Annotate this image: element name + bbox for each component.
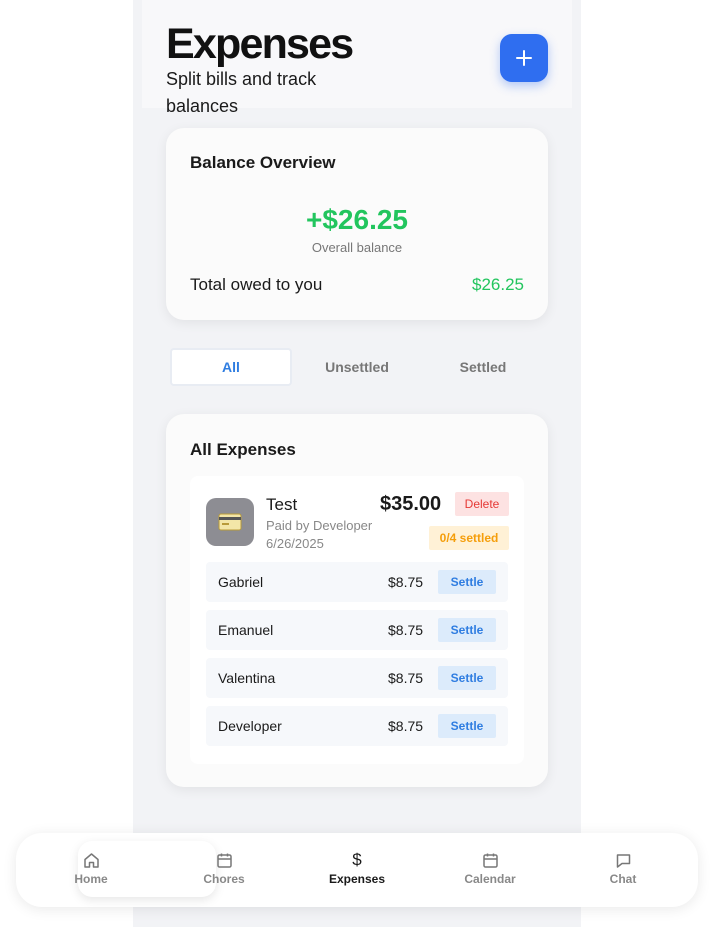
calendar-icon bbox=[481, 851, 499, 869]
settle-button[interactable]: Settle bbox=[438, 714, 496, 738]
all-expenses-card: All Expenses Test Paid by Developer 6/26… bbox=[166, 414, 548, 787]
total-owed-value: $26.25 bbox=[472, 275, 524, 294]
all-expenses-title: All Expenses bbox=[190, 440, 296, 459]
settle-button[interactable]: Settle bbox=[438, 666, 496, 690]
nav-item-calendar[interactable]: Calendar bbox=[445, 851, 535, 886]
split-amount: $8.75 bbox=[388, 670, 424, 686]
nav-item-chat[interactable]: Chat bbox=[578, 851, 668, 886]
nav-item-chores[interactable]: Chores bbox=[179, 851, 269, 886]
nav-label-chores: Chores bbox=[203, 872, 245, 886]
expense-paid-by: Paid by Developer bbox=[266, 518, 373, 533]
tab-unsettled[interactable]: Unsettled bbox=[296, 348, 418, 386]
expense-date: 6/26/2025 bbox=[266, 536, 324, 551]
nav-item-expenses[interactable]: $ Expenses bbox=[312, 850, 402, 886]
page-subtitle: Split bills and track balances bbox=[166, 69, 317, 116]
tab-settled[interactable]: Settled bbox=[422, 348, 544, 386]
add-expense-button[interactable] bbox=[500, 34, 548, 82]
split-row: Developer $8.75 Settle bbox=[206, 706, 508, 746]
delete-button[interactable]: Delete bbox=[455, 492, 509, 516]
split-row: Gabriel $8.75 Settle bbox=[206, 562, 508, 602]
split-amount: $8.75 bbox=[388, 718, 424, 734]
split-name: Valentina bbox=[218, 670, 276, 686]
split-name: Developer bbox=[218, 718, 282, 734]
nav-label-chat: Chat bbox=[609, 872, 637, 886]
credit-card-icon bbox=[206, 498, 254, 546]
nav-label-expenses: Expenses bbox=[328, 872, 386, 886]
nav-label-calendar: Calendar bbox=[464, 872, 516, 886]
total-owed-label: Total owed to you bbox=[190, 275, 323, 294]
tab-all[interactable]: All bbox=[170, 348, 292, 386]
overall-balance-amount: +$26.25 bbox=[306, 204, 408, 235]
chat-bubble-icon bbox=[614, 851, 632, 869]
settled-status-badge: 0/4 settled bbox=[429, 526, 509, 550]
bottom-navigation: Home Chores $ Expenses Calendar Chat bbox=[16, 833, 698, 907]
balance-overview-title: Balance Overview bbox=[190, 153, 336, 172]
expense-amount: $35.00 bbox=[380, 493, 442, 515]
filter-tabs: All Unsettled Settled bbox=[166, 344, 548, 390]
plus-icon bbox=[516, 50, 532, 66]
balance-overview-card: Balance Overview +$26.25 Overall balance… bbox=[166, 128, 548, 320]
dollar-icon: $ bbox=[352, 850, 362, 869]
split-amount: $8.75 bbox=[388, 622, 424, 638]
settle-button[interactable]: Settle bbox=[438, 570, 496, 594]
split-row: Emanuel $8.75 Settle bbox=[206, 610, 508, 650]
home-icon bbox=[82, 851, 100, 869]
split-row: Valentina $8.75 Settle bbox=[206, 658, 508, 698]
settle-button[interactable]: Settle bbox=[438, 618, 496, 642]
calendar-icon bbox=[215, 851, 233, 869]
page-title: Expenses bbox=[166, 20, 354, 68]
split-name: Emanuel bbox=[218, 622, 274, 638]
nav-item-home[interactable]: Home bbox=[46, 851, 136, 886]
nav-label-home: Home bbox=[74, 872, 108, 886]
overall-balance-caption: Overall balance bbox=[311, 240, 403, 255]
expense-name: Test bbox=[266, 495, 298, 514]
split-amount: $8.75 bbox=[388, 574, 424, 590]
split-name: Gabriel bbox=[218, 574, 264, 590]
expense-item[interactable]: Test Paid by Developer 6/26/2025 $35.00 … bbox=[190, 476, 524, 764]
